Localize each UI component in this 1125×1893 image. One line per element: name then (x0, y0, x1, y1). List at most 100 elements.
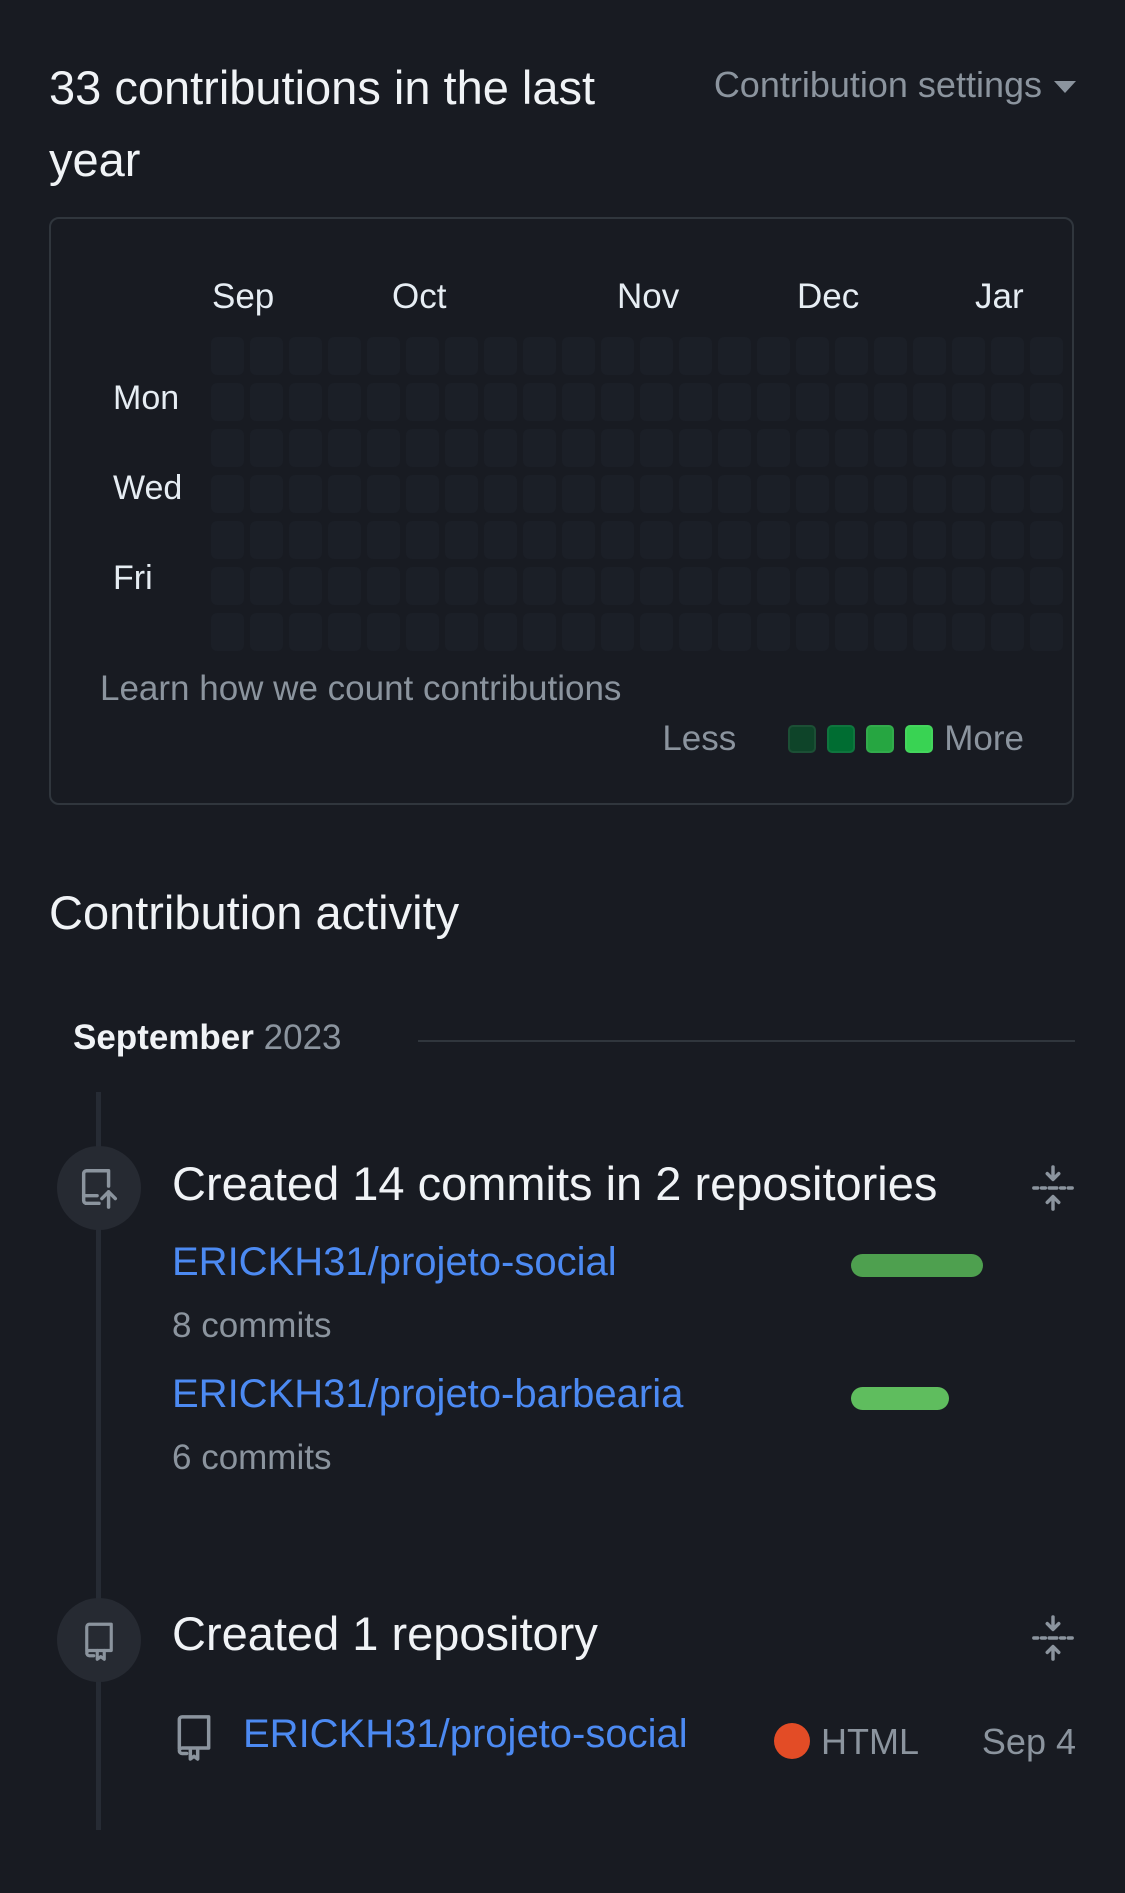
contribution-day-cell[interactable] (523, 383, 556, 421)
contribution-day-cell[interactable] (991, 567, 1024, 605)
repo-link-projeto-social[interactable]: ERICKH31/projeto-social (172, 1240, 617, 1285)
contribution-day-cell[interactable] (484, 475, 517, 513)
contribution-day-cell[interactable] (445, 475, 478, 513)
learn-contributions-link[interactable]: Learn how we count contributions (100, 669, 621, 709)
contribution-day-cell[interactable] (757, 429, 790, 467)
contribution-day-cell[interactable] (250, 383, 283, 421)
contribution-day-cell[interactable] (835, 521, 868, 559)
contribution-day-cell[interactable] (913, 383, 946, 421)
contribution-day-cell[interactable] (679, 567, 712, 605)
contribution-day-cell[interactable] (601, 475, 634, 513)
contribution-day-cell[interactable] (913, 567, 946, 605)
contribution-day-cell[interactable] (757, 567, 790, 605)
contribution-day-cell[interactable] (367, 567, 400, 605)
contribution-day-cell[interactable] (1030, 567, 1063, 605)
collapse-icon[interactable] (1030, 1613, 1076, 1663)
contribution-day-cell[interactable] (211, 475, 244, 513)
contribution-day-cell[interactable] (601, 383, 634, 421)
contribution-day-cell[interactable] (679, 521, 712, 559)
contribution-day-cell[interactable] (913, 475, 946, 513)
contribution-day-cell[interactable] (991, 429, 1024, 467)
contribution-day-cell[interactable] (952, 383, 985, 421)
contribution-day-cell[interactable] (562, 567, 595, 605)
contribution-day-cell[interactable] (601, 613, 634, 651)
contribution-day-cell[interactable] (445, 337, 478, 375)
contribution-day-cell[interactable] (757, 337, 790, 375)
contribution-day-cell[interactable] (952, 337, 985, 375)
contribution-day-cell[interactable] (679, 383, 712, 421)
contribution-day-cell[interactable] (562, 429, 595, 467)
contribution-day-cell[interactable] (718, 521, 751, 559)
contribution-day-cell[interactable] (406, 567, 439, 605)
contribution-day-cell[interactable] (445, 429, 478, 467)
contribution-day-cell[interactable] (991, 521, 1024, 559)
contribution-day-cell[interactable] (289, 521, 322, 559)
contribution-day-cell[interactable] (757, 383, 790, 421)
contribution-day-cell[interactable] (640, 567, 673, 605)
contribution-day-cell[interactable] (1030, 337, 1063, 375)
contribution-day-cell[interactable] (289, 613, 322, 651)
contribution-day-cell[interactable] (445, 567, 478, 605)
contribution-day-cell[interactable] (640, 337, 673, 375)
contribution-day-cell[interactable] (952, 521, 985, 559)
contribution-day-cell[interactable] (601, 429, 634, 467)
contribution-day-cell[interactable] (913, 521, 946, 559)
contribution-day-cell[interactable] (679, 337, 712, 375)
contribution-day-cell[interactable] (523, 567, 556, 605)
contribution-day-cell[interactable] (562, 521, 595, 559)
contribution-day-cell[interactable] (601, 567, 634, 605)
contribution-day-cell[interactable] (445, 521, 478, 559)
contribution-day-cell[interactable] (328, 521, 361, 559)
contribution-day-cell[interactable] (484, 567, 517, 605)
contribution-day-cell[interactable] (757, 613, 790, 651)
contribution-day-cell[interactable] (991, 337, 1024, 375)
contribution-day-cell[interactable] (835, 475, 868, 513)
contribution-day-cell[interactable] (1030, 521, 1063, 559)
contribution-day-cell[interactable] (328, 429, 361, 467)
contribution-day-cell[interactable] (1030, 429, 1063, 467)
repo-link-projeto-barbearia[interactable]: ERICKH31/projeto-barbearia (172, 1372, 683, 1417)
contribution-day-cell[interactable] (211, 613, 244, 651)
contribution-day-cell[interactable] (718, 429, 751, 467)
contribution-day-cell[interactable] (211, 429, 244, 467)
contribution-day-cell[interactable] (874, 475, 907, 513)
contribution-day-cell[interactable] (367, 613, 400, 651)
contribution-day-cell[interactable] (523, 475, 556, 513)
contribution-day-cell[interactable] (679, 613, 712, 651)
contribution-day-cell[interactable] (1030, 613, 1063, 651)
contribution-day-cell[interactable] (601, 521, 634, 559)
contribution-day-cell[interactable] (484, 613, 517, 651)
contribution-day-cell[interactable] (250, 567, 283, 605)
contribution-day-cell[interactable] (640, 521, 673, 559)
contribution-day-cell[interactable] (562, 383, 595, 421)
contribution-day-cell[interactable] (328, 337, 361, 375)
contribution-day-cell[interactable] (835, 337, 868, 375)
contribution-day-cell[interactable] (874, 383, 907, 421)
contribution-day-cell[interactable] (211, 337, 244, 375)
contribution-day-cell[interactable] (1030, 475, 1063, 513)
contribution-day-cell[interactable] (796, 429, 829, 467)
contribution-day-cell[interactable] (211, 521, 244, 559)
contribution-day-cell[interactable] (952, 613, 985, 651)
contribution-settings-button[interactable]: Contribution settings (714, 64, 1076, 106)
contribution-day-cell[interactable] (250, 337, 283, 375)
contribution-day-cell[interactable] (445, 613, 478, 651)
contribution-day-cell[interactable] (640, 613, 673, 651)
contribution-day-cell[interactable] (1030, 383, 1063, 421)
contribution-day-cell[interactable] (874, 613, 907, 651)
contribution-day-cell[interactable] (952, 475, 985, 513)
contribution-day-cell[interactable] (718, 383, 751, 421)
contribution-day-cell[interactable] (640, 383, 673, 421)
contribution-day-cell[interactable] (640, 475, 673, 513)
contribution-day-cell[interactable] (406, 429, 439, 467)
contribution-day-cell[interactable] (367, 521, 400, 559)
contribution-day-cell[interactable] (289, 429, 322, 467)
contribution-day-cell[interactable] (991, 383, 1024, 421)
contribution-day-cell[interactable] (757, 475, 790, 513)
contribution-day-cell[interactable] (601, 337, 634, 375)
contribution-day-cell[interactable] (289, 475, 322, 513)
contribution-day-cell[interactable] (718, 337, 751, 375)
contribution-day-cell[interactable] (484, 337, 517, 375)
contribution-day-cell[interactable] (835, 613, 868, 651)
contribution-day-cell[interactable] (679, 475, 712, 513)
